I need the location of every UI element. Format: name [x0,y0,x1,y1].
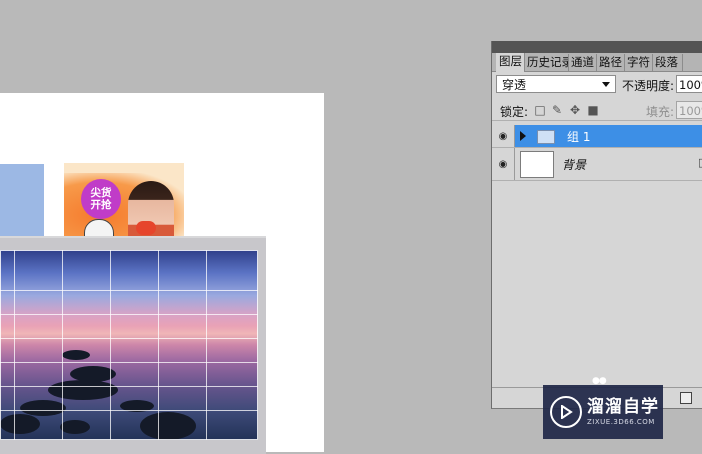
fill-field[interactable]: 100% [676,101,702,119]
lock-transparency-icon[interactable]: □ [533,103,547,117]
photo-frame[interactable] [0,236,266,454]
tab-paragraph[interactable]: 段落 [652,54,683,71]
layer-name: 背景 [562,158,587,172]
blue-rectangle-shape[interactable] [0,164,44,244]
blend-opacity-row: 穿透 不透明度: 100% [492,74,702,96]
fill-label: 填充: [646,105,675,119]
layers-panel: 图层 历史记录 通道 路径 字符 段落 穿透 不透明度: 100% 锁定: □ … [491,41,702,409]
play-logo-icon [550,396,582,428]
promo-badge-line2: 开抢 [90,199,112,211]
lock-position-move-icon[interactable]: ✥ [568,103,582,117]
promo-badge: 尖货 开抢 [81,179,121,219]
blend-mode-select[interactable]: 穿透 [496,75,616,93]
promo-image[interactable]: 尖货 开抢 [64,163,184,243]
layer-thumbnail [520,151,554,178]
tab-paths[interactable]: 路径 [596,54,625,71]
visibility-toggle[interactable]: ◉ [492,125,515,147]
tab-history[interactable]: 历史记录 [524,54,569,71]
eye-icon: ◉ [498,130,508,142]
tab-channels[interactable]: 通道 [568,54,597,71]
chevron-down-icon [602,82,610,87]
layer-name: 组 1 [567,130,591,144]
watermark-text: 溜溜自学 ZIXUE.3D66.COM [587,396,659,427]
watermark: 溜溜自学 ZIXUE.3D66.COM [543,385,663,439]
tab-character[interactable]: 字符 [624,54,653,71]
layer-group-selected[interactable]: 组 1 [515,125,702,147]
layer-list: ◉ 组 1 ◉ 背景 □ [492,125,702,385]
watermark-url: ZIXUE.3D66.COM [587,417,655,426]
blend-mode-value: 穿透 [502,78,527,92]
watermark-brand: 溜溜自学 [587,396,659,417]
layer-row-group-1[interactable]: ◉ 组 1 [492,125,702,148]
folder-icon [537,130,555,144]
transform-bounding-box[interactable] [0,250,258,440]
opacity-field[interactable]: 100% [676,75,702,93]
layer-lock-icon: □ [698,156,702,169]
new-layer-icon[interactable] [680,392,692,404]
tab-layers[interactable]: 图层 [496,53,525,72]
lock-label: 锁定: [500,105,529,119]
opacity-label: 不透明度: [622,79,675,93]
expand-triangle-icon[interactable] [520,131,526,141]
visibility-toggle[interactable]: ◉ [492,148,515,180]
lock-pixels-brush-icon[interactable]: ✎ [550,103,564,117]
promo-heart-icon [136,221,156,235]
lock-all-icon[interactable]: ■ [586,103,600,117]
seascape-photo[interactable] [0,250,258,440]
layer-row-background[interactable]: ◉ 背景 □ [492,148,702,181]
panel-titlebar[interactable] [492,41,702,53]
promo-badge-line1: 尖货 [90,187,112,199]
lock-fill-row: 锁定: □ ✎ ✥ ■ 填充: 100% [492,100,702,121]
panel-tabs: 图层 历史记录 通道 路径 字符 段落 [492,53,702,72]
eye-icon: ◉ [498,158,508,170]
